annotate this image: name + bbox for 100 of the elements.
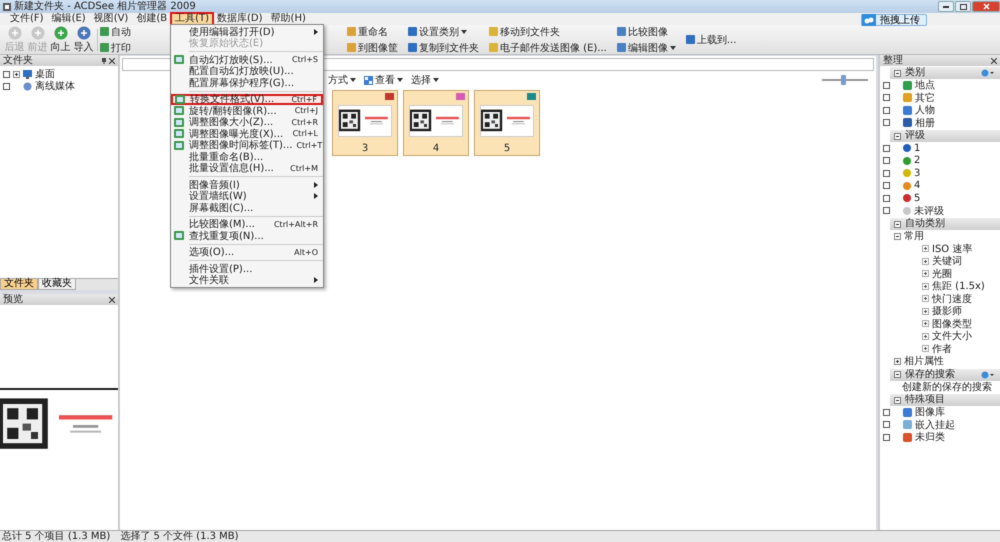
tree-item[interactable]: 地点 [915,78,935,92]
menu-item[interactable]: 比较图像(M)... Ctrl+Alt+R [171,218,323,230]
toolbar-button[interactable]: 自动 [100,24,131,38]
checkbox[interactable] [883,94,890,102]
menu-item[interactable]: 插件设置(P)... [171,263,323,274]
toolbar-button[interactable]: 打印 [100,40,131,54]
menu-item[interactable]: 图像音频(I) [171,179,323,190]
menu-item[interactable]: 调整图像时间标签(T)... Ctrl+T [171,140,323,151]
checkbox[interactable] [883,157,890,164]
close-icon[interactable] [109,58,115,64]
view-menu-button[interactable]: 查看 [364,73,403,87]
checkbox[interactable] [883,106,890,114]
thumbnail[interactable]: 3 [332,90,398,156]
expand-icon[interactable] [922,308,929,315]
expand-icon[interactable] [922,245,929,252]
menu-bar-item[interactable]: 编辑(E) [48,13,90,25]
tree-item[interactable]: 嵌入挂起 [915,418,955,432]
expand-icon[interactable] [922,295,929,302]
expand-icon[interactable] [922,332,929,340]
toolbar-button[interactable]: 上载到... [686,32,736,46]
section-header[interactable]: 类别 [890,67,1000,79]
menu-bar-item[interactable]: 视图(V) [90,13,132,25]
view-menu-button[interactable]: 方式 [328,73,356,87]
tree-item[interactable]: 文件大小 [932,329,972,344]
toolbar-button[interactable]: 编辑图像 [616,40,676,54]
expand-icon[interactable] [922,320,929,328]
menu-item[interactable]: 调整图像曝光度(X)... Ctrl+L [171,128,323,140]
globe-icon[interactable] [981,69,997,77]
menu-item[interactable]: 文件关联 [171,274,323,286]
expand-icon[interactable] [922,270,929,278]
menu-item[interactable]: 查找重复项(N)... [171,230,323,242]
toolbar-button[interactable]: 复制到文件夹 [408,40,479,54]
checkbox[interactable] [883,408,890,416]
toolbar-button[interactable]: 移动到文件夹 [489,24,607,38]
menu-item[interactable]: 转换文件格式(V)... Ctrl+F [171,94,323,105]
menu-item[interactable]: 自动幻灯放映(S)... Ctrl+S [171,54,323,66]
menu-item[interactable]: 使用编辑器打开(D) [171,26,323,38]
tree-item[interactable]: 未评级 [914,204,944,218]
menu-item[interactable]: 批量重命名(B)... [171,151,323,162]
section-header[interactable]: 自动类别 [890,218,1000,230]
checkbox[interactable] [3,82,10,90]
toolbar-button[interactable]: 电子邮件发送图像 (E)... [489,40,607,54]
close-icon[interactable] [109,296,115,302]
upload-button[interactable]: 拖拽上传 [861,14,927,26]
tree-item[interactable]: 4 [914,180,920,192]
section-header[interactable]: 特殊项目 [890,394,1000,406]
thumbnail[interactable]: 5 [474,90,540,156]
tree-item[interactable]: 其它 [915,90,935,105]
tree-item[interactable]: 人物 [915,103,935,118]
tree-item[interactable]: 离线媒体 [35,79,75,93]
checkbox[interactable] [883,194,890,202]
expand-icon[interactable] [894,358,901,365]
thumbnail[interactable]: 4 [403,90,469,156]
tree-item[interactable]: ISO 速率 [932,242,972,256]
tree-item[interactable]: 常用 [904,229,924,244]
expand-icon[interactable] [13,70,20,78]
expand-icon[interactable] [922,282,929,290]
toolbar-button[interactable]: 比较图像 [616,24,676,38]
tree-item[interactable]: 关键词 [932,254,962,268]
view-menu-button[interactable]: 选择 [411,73,439,87]
toolbar-button[interactable]: 设置类别 [408,24,479,38]
section-header[interactable]: 评级 [890,130,1000,142]
globe-icon[interactable] [981,370,997,378]
tree-item[interactable]: 相片属性 [904,354,944,368]
tree-item[interactable]: 桌面 [35,67,55,81]
checkbox[interactable] [883,182,890,190]
tree-item[interactable]: 1 [914,142,920,154]
panel-tab[interactable]: 收藏夹 [38,279,76,290]
toolbar-button[interactable]: 向上 [49,26,72,54]
pin-icon[interactable] [101,58,107,64]
checkbox[interactable] [883,82,890,89]
tree-item[interactable]: 快门速度 [932,292,972,306]
close-button[interactable] [972,1,1000,12]
tree-item[interactable]: 5 [914,192,920,204]
menu-item[interactable]: 选项(O)... Alt+O [171,246,323,258]
tree-item[interactable]: 焦距 (1.5x) [932,279,985,294]
checkbox[interactable] [883,421,890,428]
checkbox[interactable] [883,434,890,441]
toolbar-button[interactable]: 重命名 [347,24,398,38]
menu-item[interactable]: 旋转/翻转图像(R)... Ctrl+J [171,105,323,116]
checkbox[interactable] [883,170,890,177]
tree-item[interactable]: 未归类 [915,430,945,444]
toolbar-button[interactable]: 导入 [72,26,95,54]
section-header[interactable]: 保存的搜索 [890,368,1000,380]
menu-bar-item[interactable]: 文件(F) [6,13,48,25]
menu-bar-item[interactable]: 帮助(H) [266,13,310,25]
menu-bar-item[interactable]: 工具(T) [171,13,214,25]
menu-item[interactable]: 调整图像大小(Z)... Ctrl+R [171,116,323,128]
tree-item[interactable]: 图像库 [915,405,945,420]
menu-item[interactable]: 设置墙纸(W) [171,190,323,202]
zoom-slider[interactable] [822,75,868,85]
tree-item[interactable]: 创建新的保存的搜索 [902,380,992,394]
expand-icon[interactable] [922,258,929,265]
slider-thumb[interactable] [840,75,846,85]
menu-item[interactable]: 批量设置信息(H)... Ctrl+M [171,162,323,174]
menu-bar-item[interactable]: 数据库(D) [213,13,267,25]
checkbox[interactable] [3,70,10,78]
minimize-button[interactable] [938,1,954,12]
collapse-icon[interactable] [894,232,901,240]
menu-item[interactable]: 配置自动幻灯放映(U)... [171,66,323,77]
